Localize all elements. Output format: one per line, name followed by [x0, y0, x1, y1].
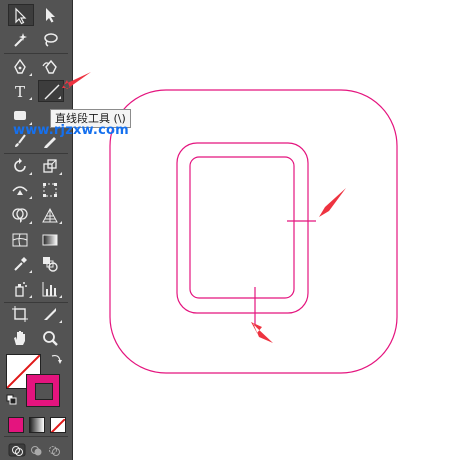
watermark-text: www.rjzxw.com	[13, 123, 129, 138]
annotation-arrow-horizontal	[319, 188, 346, 217]
outer-rounded-square[interactable]	[109, 89, 398, 374]
inner-rounded-rect[interactable]	[189, 156, 295, 299]
artboard-canvas[interactable]	[0, 0, 455, 460]
annotation-arrow-vertical	[251, 322, 273, 343]
middle-rounded-rect[interactable]	[176, 142, 309, 314]
annotation-arrow-tool	[62, 72, 91, 89]
